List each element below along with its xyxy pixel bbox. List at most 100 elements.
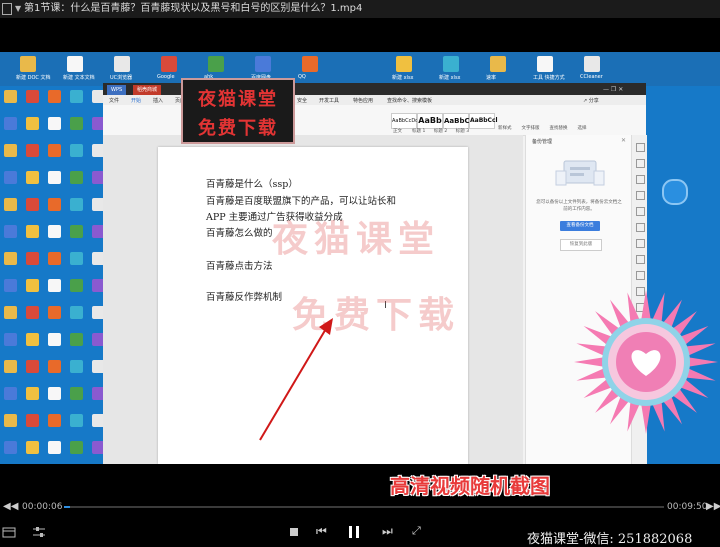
desktop-app-icon[interactable] xyxy=(4,279,17,292)
menu-item[interactable]: 开发工具 xyxy=(319,97,339,104)
share-button[interactable]: ↗ 分享 xyxy=(583,97,599,104)
desktop-app-icon[interactable] xyxy=(67,56,83,72)
desktop-app-icon[interactable] xyxy=(4,90,17,103)
next-icon[interactable]: ⏭ xyxy=(382,524,393,539)
desktop-app-icon[interactable] xyxy=(584,56,600,72)
desktop-app-icon[interactable] xyxy=(4,306,17,319)
desktop-app-icon[interactable] xyxy=(208,56,224,72)
tab-wps[interactable]: WPS xyxy=(107,85,127,95)
restore-version-button[interactable]: 恢复到此版 xyxy=(560,239,602,251)
desktop-app-icon[interactable] xyxy=(26,252,39,265)
desktop-app-icon[interactable] xyxy=(48,225,61,238)
desktop-app-icon[interactable] xyxy=(48,387,61,400)
desktop-app-icon[interactable] xyxy=(70,171,83,184)
desktop-app-icon[interactable] xyxy=(26,414,39,427)
desktop-app-icon[interactable] xyxy=(70,333,83,346)
desktop-app-icon[interactable] xyxy=(4,225,17,238)
desktop-app-icon[interactable] xyxy=(48,252,61,265)
desktop-app-icon[interactable] xyxy=(26,90,39,103)
desktop-app-icon[interactable] xyxy=(48,117,61,130)
fullscreen-icon[interactable]: ⤢ xyxy=(412,524,421,538)
desktop-app-icon[interactable] xyxy=(114,56,130,72)
desktop-app-icon[interactable] xyxy=(26,171,39,184)
desktop-app-icon[interactable] xyxy=(48,333,61,346)
desktop-app-icon[interactable] xyxy=(396,56,412,72)
desktop-app-icon[interactable] xyxy=(26,198,39,211)
desktop-app-icon[interactable] xyxy=(48,306,61,319)
folder-icon[interactable] xyxy=(2,526,16,538)
style-heading2[interactable]: AaBbC xyxy=(443,113,470,129)
desktop-app-icon[interactable] xyxy=(70,198,83,211)
desktop-app-icon[interactable] xyxy=(70,306,83,319)
style-heading1[interactable]: AaBb xyxy=(417,113,443,129)
desktop-app-icon[interactable] xyxy=(161,56,177,72)
desktop-app-icon[interactable] xyxy=(26,333,39,346)
desktop-app-icon[interactable] xyxy=(48,144,61,157)
desktop-app-icon[interactable] xyxy=(70,252,83,265)
toolbar-icon[interactable] xyxy=(636,239,645,248)
toolbar-icon[interactable] xyxy=(636,207,645,216)
close-icon[interactable]: ✕ xyxy=(621,137,626,144)
floating-ball-icon[interactable] xyxy=(662,179,688,205)
menu-item[interactable]: 查找命令、搜索模板 xyxy=(387,97,432,104)
desktop-app-icon[interactable] xyxy=(70,144,83,157)
desktop-app-icon[interactable] xyxy=(70,225,83,238)
pause-icon[interactable] xyxy=(349,526,352,538)
desktop-app-icon[interactable] xyxy=(48,360,61,373)
desktop-app-icon[interactable] xyxy=(4,171,17,184)
desktop-app-icon[interactable] xyxy=(70,414,83,427)
ribbon-tool[interactable]: 文字排版 xyxy=(522,126,540,131)
desktop-app-icon[interactable] xyxy=(4,387,17,400)
desktop-app-icon[interactable] xyxy=(490,56,506,72)
seek-bar[interactable] xyxy=(64,506,664,508)
desktop-app-icon[interactable] xyxy=(255,56,271,72)
ribbon-tool[interactable]: 选择 xyxy=(578,126,587,131)
previous-icon[interactable]: ⏮ xyxy=(316,524,327,539)
desktop-app-icon[interactable] xyxy=(70,360,83,373)
desktop-app-icon[interactable] xyxy=(4,144,17,157)
style-normal[interactable]: AaBbCcDd xyxy=(391,113,418,129)
desktop-app-icon[interactable] xyxy=(4,360,17,373)
desktop-app-icon[interactable] xyxy=(20,56,36,72)
desktop-app-icon[interactable] xyxy=(70,90,83,103)
desktop-app-icon[interactable] xyxy=(26,117,39,130)
desktop-app-icon[interactable] xyxy=(48,90,61,103)
desktop-app-icon[interactable] xyxy=(4,414,17,427)
desktop-app-icon[interactable] xyxy=(4,117,17,130)
view-backup-button[interactable]: 查看备份文档 xyxy=(560,221,600,231)
menu-item[interactable]: 安全 xyxy=(297,97,307,104)
desktop-app-icon[interactable] xyxy=(70,441,83,454)
desktop-app-icon[interactable] xyxy=(302,56,318,72)
menu-item[interactable]: 插入 xyxy=(153,97,163,104)
toolbar-icon[interactable] xyxy=(636,271,645,280)
menu-item[interactable]: 开始 xyxy=(131,97,141,104)
menu-item[interactable]: 文件 xyxy=(109,97,119,104)
desktop-app-icon[interactable] xyxy=(26,387,39,400)
settings-sliders-icon[interactable] xyxy=(32,526,46,538)
desktop-app-icon[interactable] xyxy=(48,279,61,292)
desktop-app-icon[interactable] xyxy=(26,360,39,373)
step-forward-icon[interactable]: ▶▶ xyxy=(706,501,720,512)
toolbar-icon[interactable] xyxy=(636,175,645,184)
desktop-app-icon[interactable] xyxy=(4,441,17,454)
desktop-app-icon[interactable] xyxy=(26,144,39,157)
stop-icon[interactable] xyxy=(290,528,298,536)
desktop-app-icon[interactable] xyxy=(26,279,39,292)
desktop-app-icon[interactable] xyxy=(4,252,17,265)
toolbar-icon[interactable] xyxy=(636,143,645,152)
desktop-app-icon[interactable] xyxy=(26,225,39,238)
toolbar-icon[interactable] xyxy=(636,255,645,264)
desktop-app-icon[interactable] xyxy=(48,441,61,454)
desktop-app-icon[interactable] xyxy=(537,56,553,72)
toolbar-icon[interactable] xyxy=(636,223,645,232)
desktop-app-icon[interactable] xyxy=(70,279,83,292)
desktop-app-icon[interactable] xyxy=(443,56,459,72)
ribbon-tool[interactable]: 新样式 xyxy=(498,126,512,131)
window-controls[interactable]: — ❐ ✕ xyxy=(603,86,623,93)
toolbar-icon[interactable] xyxy=(636,159,645,168)
desktop-app-icon[interactable] xyxy=(48,414,61,427)
desktop-app-icon[interactable] xyxy=(70,117,83,130)
step-back-icon[interactable]: ◀◀ xyxy=(3,501,18,512)
desktop-app-icon[interactable] xyxy=(4,198,17,211)
ribbon-tool[interactable]: 查找替换 xyxy=(550,126,568,131)
